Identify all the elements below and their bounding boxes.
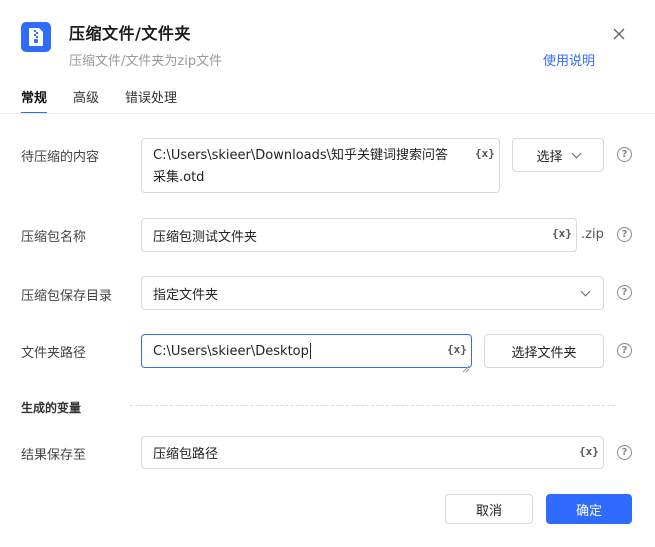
insert-variable-icon[interactable]: {x}: [552, 227, 572, 240]
tab-error-handling[interactable]: 错误处理: [125, 87, 177, 114]
save-dir-value: 指定文件夹: [153, 287, 219, 303]
tab-advanced[interactable]: 高级: [73, 87, 99, 114]
zip-file-icon: [21, 22, 51, 52]
tab-bar: 常规 高级 错误处理: [21, 87, 203, 114]
resize-handle-icon[interactable]: [462, 358, 470, 373]
result-value: 压缩包路径: [153, 447, 219, 462]
result-label: 结果保存至: [21, 448, 87, 463]
help-icon[interactable]: ?: [617, 445, 632, 460]
folder-path-value: C:\Users\skieer\Desktop: [153, 343, 309, 359]
text-cursor: [309, 343, 311, 359]
confirm-button[interactable]: 确定: [546, 494, 632, 524]
help-icon[interactable]: ?: [617, 285, 632, 300]
content-value-line1: C:\Users\skieer\Downloads\知乎关键词搜索问答: [153, 148, 449, 163]
insert-variable-icon[interactable]: {x}: [579, 445, 599, 458]
section-divider: [130, 405, 615, 406]
content-input[interactable]: C:\Users\skieer\Downloads\知乎关键词搜索问答 采集.o…: [141, 138, 500, 193]
folder-path-input[interactable]: C:\Users\skieer\Desktop: [141, 334, 472, 368]
archive-name-input[interactable]: 压缩包测试文件夹: [141, 218, 577, 252]
help-icon[interactable]: ?: [617, 147, 632, 162]
help-link[interactable]: 使用说明: [543, 50, 595, 69]
select-folder-button[interactable]: 选择文件夹: [484, 334, 604, 368]
help-icon[interactable]: ?: [617, 343, 632, 358]
chevron-down-icon: [571, 148, 581, 158]
help-icon[interactable]: ?: [617, 227, 632, 242]
tab-general[interactable]: 常规: [21, 87, 48, 114]
zip-suffix: .zip: [581, 227, 604, 242]
save-dir-label: 压缩包保存目录: [21, 289, 113, 304]
cancel-button[interactable]: 取消: [445, 494, 533, 524]
insert-variable-icon[interactable]: {x}: [475, 147, 495, 160]
page-subtitle: 压缩文件/文件夹为zip文件: [69, 54, 223, 69]
archive-name-value: 压缩包测试文件夹: [153, 229, 258, 245]
save-dir-select[interactable]: 指定文件夹: [141, 276, 604, 310]
content-label: 待压缩的内容: [21, 150, 100, 165]
page-title: 压缩文件/文件夹: [69, 24, 191, 43]
content-value-line2: 采集.otd: [153, 170, 205, 185]
close-icon[interactable]: [611, 26, 627, 42]
archive-name-label: 压缩包名称: [21, 230, 87, 245]
select-content-label: 选择: [536, 149, 563, 165]
chevron-down-icon: [580, 286, 591, 296]
generated-vars-title: 生成的变量: [21, 401, 82, 415]
tab-divider: [0, 113, 655, 114]
insert-variable-icon[interactable]: {x}: [447, 343, 467, 356]
result-variable-input[interactable]: 压缩包路径: [141, 436, 604, 469]
select-content-button[interactable]: 选择: [512, 138, 604, 172]
folder-path-label: 文件夹路径: [21, 346, 87, 361]
